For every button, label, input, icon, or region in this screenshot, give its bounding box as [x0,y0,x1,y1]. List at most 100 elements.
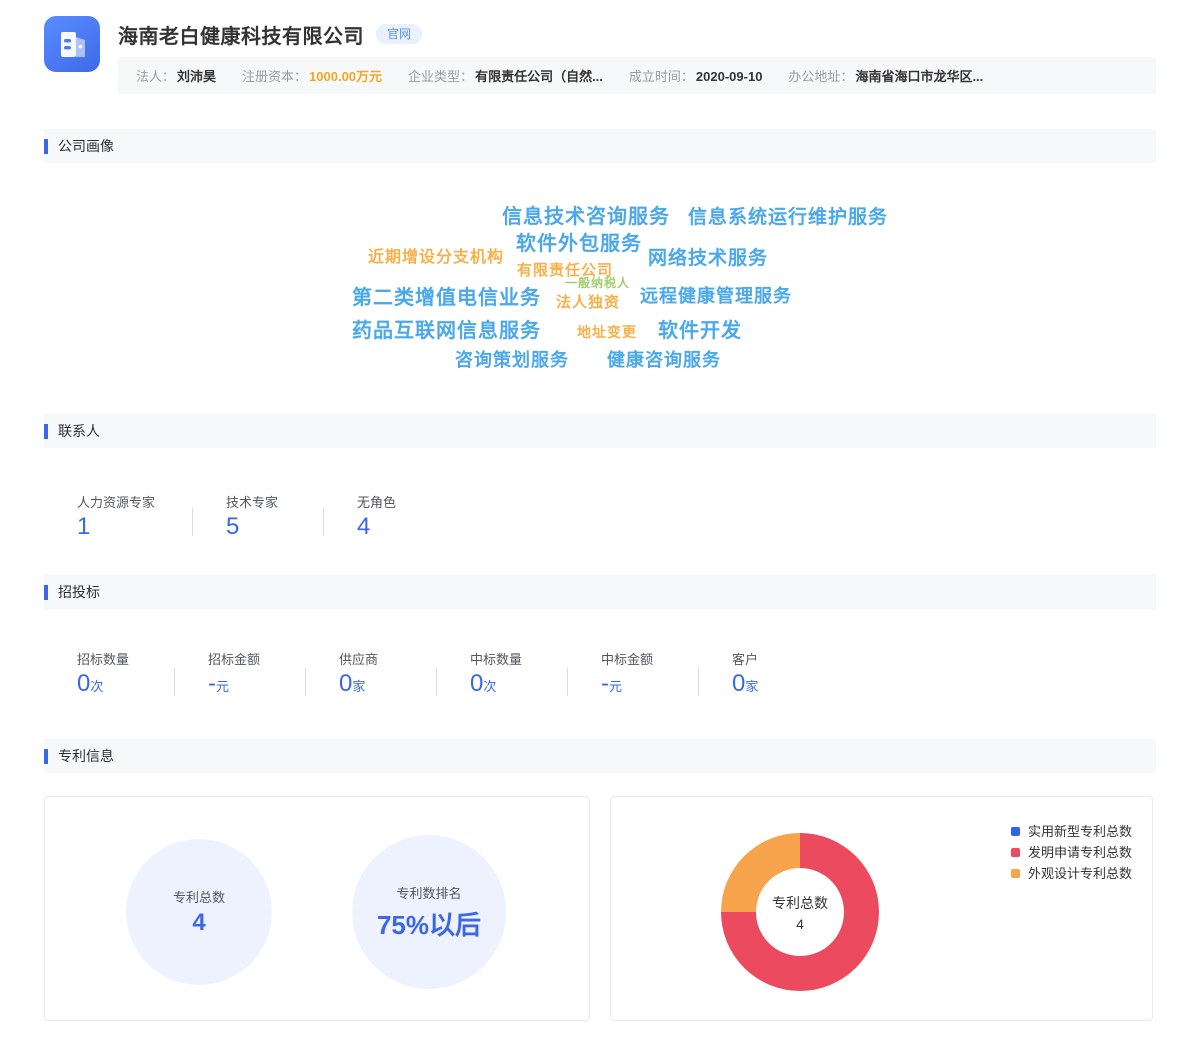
legend-label: 发明申请专利总数 [1027,845,1132,860]
company-word-cloud: 信息技术咨询服务 信息系统运行维护服务 软件外包服务 近期增设分支机构 网络技术服务 有限… [44,163,1156,414]
section-company-portrait: 公司画像 信息技术咨询服务 信息系统运行维护服务软件外包服务 近期增设分支机构 网络技… [44,129,1156,414]
patent-donut-chart: 专利总数 4 [721,833,879,991]
info-label: 法人： [136,69,176,84]
info-label: 企业类型： [408,69,474,84]
word-cloud-term: 健康咨询服务 [607,350,721,370]
company-info-item: 成立时间： 2020-09-10 [629,66,763,85]
section-bidding: 招投标 招标数量 0次 招标金额 -元 供应商 0家 中标数量 0次 中标金额 -元 客户 0家 [44,575,1156,700]
stat-value: 0家 [732,670,759,697]
patent-cards: 专利总数 4 专利数排名 75%以后 专利总数 4 实用新型专利总数发明申请专利… [44,796,1156,1021]
info-label: 注册资本： [242,69,308,84]
company-info-item: 法人： 刘沛昊 [136,66,216,85]
stat-value: 5 [226,513,240,540]
chart-legend: 实用新型专利总数发明申请专利总数外观设计专利总数 [1010,821,1132,884]
legend-item[interactable]: 外观设计专利总数 [1010,863,1132,884]
word-cloud-term: 网络技术服务 [648,248,769,269]
word-cloud-term: 一般纳税人 [565,276,631,290]
contacts-stats-row: 人力资源专家 1 技术专家 5 无角色 4 [44,492,1156,540]
section-contacts: 联系人 人力资源专家 1 技术专家 5 无角色 4 [44,414,1156,540]
portrait-section-header: 公司画像 [44,129,1156,163]
patent-chart-card: 专利总数 4 实用新型专利总数发明申请专利总数外观设计专利总数 [610,796,1153,1021]
stat-item: 技术专家 5 [193,492,323,540]
company-header: 海南老白健康科技有限公司 官网 法人： 刘沛昊 注册资本： 1000.00万元 企业类型… [44,16,1156,94]
stat-unit: 次 [90,679,104,694]
title-row: 海南老白健康科技有限公司 官网 [118,20,1156,48]
stat-unit: 元 [216,679,230,694]
donut-center: 专利总数 4 [756,868,844,956]
stat-item: 供应商 0家 [306,649,436,700]
word-cloud-term: 地址变更 [577,324,637,340]
stat-item: 人力资源专家 1 [44,492,192,540]
stat-label: 中标数量 [470,652,523,667]
building-icon [61,32,85,57]
word-cloud-term: 第二类增值电信业务 [352,287,541,309]
stat-value: 1 [77,513,91,540]
stat-label: 无角色 [357,495,397,510]
patents-section-header: 专利信息 [44,739,1156,773]
stat-item: 招标数量 0次 [44,649,174,700]
patent-total-value: 4 [192,909,206,936]
company-logo [44,16,100,72]
stat-item: 中标数量 0次 [437,649,567,700]
company-profile-page: 海南老白健康科技有限公司 官网 法人： 刘沛昊 注册资本： 1000.00万元 企业类型… [0,0,1200,1041]
info-label: 办公地址： [788,69,854,84]
info-label: 成立时间： [628,69,694,84]
stat-value: 0次 [77,670,104,697]
donut-center-label: 专利总数 [772,894,828,911]
company-name: 海南老白健康科技有限公司 [118,25,364,48]
legend-item[interactable]: 实用新型专利总数 [1010,821,1132,842]
word-cloud-term: 药品互联网信息服务 [352,320,541,342]
stat-unit: 元 [609,679,623,694]
donut-center-value: 4 [796,915,804,932]
legend-swatch [1010,869,1020,878]
bidding-stats-row: 招标数量 0次 招标金额 -元 供应商 0家 中标数量 0次 中标金额 -元 客户 0家 [44,649,1156,700]
contacts-section-header: 联系人 [44,414,1156,448]
word-cloud-term: 近期增设分支机构 [368,249,505,266]
word-cloud-term: 软件开发 [658,320,742,342]
stat-label: 中标金额 [601,652,654,667]
company-info-item: 办公地址： 海南省海口市龙华区... [788,66,983,85]
stat-value: 4 [357,513,371,540]
legend-item[interactable]: 发明申请专利总数 [1010,842,1132,863]
section-patents: 专利信息 专利总数 4 专利数排名 75%以后 专利总数 4 实用新型专利总数 … [44,739,1156,1021]
info-value: 2020-09-10 [695,69,763,84]
stat-unit: 家 [745,679,759,694]
section-accent-bar [44,423,48,439]
legend-swatch [1010,827,1020,836]
word-cloud-term: 咨询策划服务 [455,350,569,370]
word-cloud-term: 信息系统运行维护服务 [688,207,889,228]
patent-summary-card: 专利总数 4 专利数排名 75%以后 [44,796,590,1021]
info-value: 刘沛昊 [177,69,217,84]
patent-rank-label: 专利数排名 [396,885,462,901]
portrait-section-title: 公司画像 [58,138,114,154]
section-accent-bar [44,138,48,154]
info-value: 1000.00万元 [309,69,383,84]
header-right: 海南老白健康科技有限公司 官网 法人： 刘沛昊 注册资本： 1000.00万元 企业类型… [118,16,1156,94]
stat-unit: 家 [352,679,366,694]
stat-value: 0家 [339,670,366,697]
legend-swatch [1010,848,1020,857]
stat-label: 招标金额 [208,652,261,667]
word-cloud-term: 信息技术咨询服务 [502,206,670,228]
patent-total-label: 专利总数 [172,890,225,905]
section-accent-bar [44,584,48,600]
stat-item: 中标金额 -元 [568,649,698,700]
stat-label: 客户 [732,652,759,667]
stat-label: 供应商 [339,652,379,667]
stat-unit: 次 [483,679,497,694]
stat-value: -元 [601,670,623,697]
info-value: 海南省海口市龙华区... [855,69,984,84]
patents-section-title: 专利信息 [58,748,114,764]
patent-total-bubble: 专利总数 4 [126,839,272,985]
bidding-section-header: 招投标 [44,575,1156,609]
stat-item: 客户 0家 [699,649,829,700]
patent-rank-value: 75%以后 [376,909,482,940]
stat-item: 招标金额 -元 [175,649,305,700]
word-cloud-term: 软件外包服务 [516,233,642,255]
official-site-badge[interactable]: 官网 [376,24,423,44]
stat-value: -元 [208,670,230,697]
word-cloud-term: 远程健康管理服务 [640,286,792,306]
stat-label: 人力资源专家 [77,495,156,510]
company-info-item: 注册资本： 1000.00万元 [242,66,382,85]
stat-label: 招标数量 [77,652,130,667]
